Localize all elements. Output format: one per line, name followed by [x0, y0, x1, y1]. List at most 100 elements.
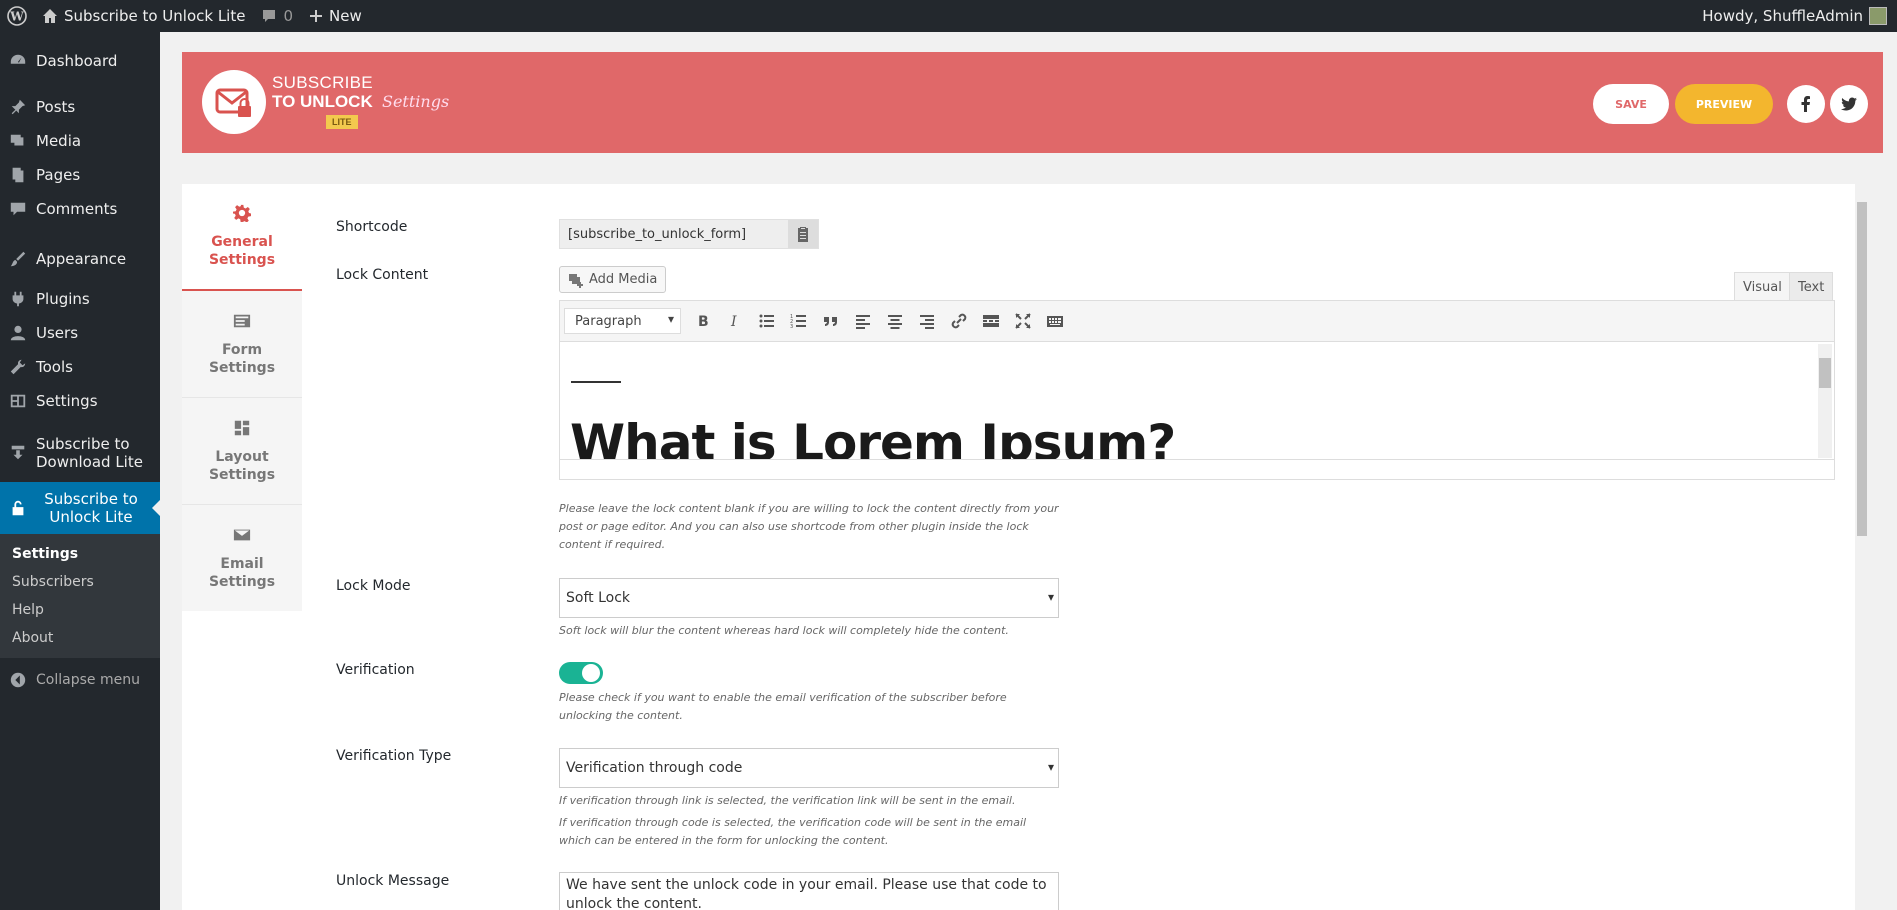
- tab-layout-settings[interactable]: Layout Settings: [182, 398, 302, 505]
- sidebar-item-label: Dashboard: [36, 52, 118, 70]
- svg-text:B: B: [698, 314, 709, 330]
- submenu-item-about[interactable]: About: [0, 624, 160, 652]
- sidebar-item-label: Comments: [36, 200, 118, 218]
- collapse-label: Collapse menu: [36, 672, 140, 688]
- sidebar-item-subscribe-to-download[interactable]: Subscribe to Download Lite: [0, 424, 160, 482]
- admin-bar: W Subscribe to Unlock Lite 0 New Howdy, …: [0, 0, 1897, 32]
- form-icon: [233, 312, 251, 335]
- bullet-list-icon[interactable]: [751, 308, 783, 334]
- sidebar-item-dashboard[interactable]: Dashboard: [0, 32, 160, 90]
- comment-icon: [263, 10, 276, 22]
- submenu-item-settings[interactable]: Settings: [0, 540, 160, 568]
- bold-icon[interactable]: B: [687, 308, 719, 334]
- tab-label: General: [211, 234, 273, 250]
- blockquote-icon[interactable]: [815, 308, 847, 334]
- preview-button[interactable]: PREVIEW: [1675, 84, 1773, 124]
- sidebar-item-tools[interactable]: Tools: [0, 350, 160, 384]
- plugin-icon: [8, 289, 28, 309]
- sidebar-item-media[interactable]: Media: [0, 124, 160, 158]
- verification-type-select[interactable]: Verification through code: [559, 748, 1059, 788]
- tab-label: Email: [220, 556, 264, 572]
- twitter-button[interactable]: [1830, 85, 1868, 123]
- twitter-icon: [1841, 97, 1857, 111]
- toolbar-toggle-icon[interactable]: [1039, 308, 1071, 334]
- tab-visual[interactable]: Visual: [1734, 272, 1791, 301]
- sidebar-item-plugins[interactable]: Plugins: [0, 282, 160, 316]
- plus-icon: [310, 10, 323, 22]
- submenu-item-subscribers[interactable]: Subscribers: [0, 568, 160, 596]
- tab-general-settings[interactable]: General Settings: [182, 184, 302, 291]
- tab-label: Settings: [208, 359, 276, 376]
- lock-mode-label: Lock Mode: [336, 578, 411, 594]
- new-content-link[interactable]: New: [301, 0, 370, 32]
- verification-toggle[interactable]: [559, 662, 603, 684]
- dashboard-icon: [8, 51, 28, 71]
- sidebar-item-settings[interactable]: Settings: [0, 384, 160, 418]
- user-greeting: Howdy, ShuffleAdmin: [1702, 7, 1863, 25]
- link-icon[interactable]: [943, 308, 975, 334]
- sidebar-item-posts[interactable]: Posts: [0, 90, 160, 124]
- submenu: Settings Subscribers Help About: [0, 534, 160, 658]
- avatar: [1869, 7, 1887, 25]
- site-name-link[interactable]: Subscribe to Unlock Lite: [34, 0, 253, 32]
- facebook-button[interactable]: [1787, 85, 1825, 123]
- page-title: Settings: [382, 92, 450, 111]
- save-button[interactable]: SAVE: [1593, 84, 1669, 124]
- tab-label: Settings: [208, 466, 276, 483]
- shortcode-label: Shortcode: [336, 219, 408, 235]
- verification-label: Verification: [336, 662, 415, 678]
- italic-icon[interactable]: I: [719, 308, 751, 334]
- collapse-icon: [8, 670, 28, 690]
- align-right-icon[interactable]: [911, 308, 943, 334]
- tab-email-settings[interactable]: Email Settings: [182, 505, 302, 612]
- pushpin-icon: [8, 97, 28, 117]
- sidebar-item-pages[interactable]: Pages: [0, 158, 160, 192]
- wrench-icon: [8, 357, 28, 377]
- facebook-icon: [1801, 96, 1810, 112]
- comments-link[interactable]: 0: [253, 0, 301, 32]
- layout-icon: [233, 419, 251, 442]
- unlock-message-textarea[interactable]: We have sent the unlock code in your ema…: [559, 872, 1059, 910]
- sidebar-item-appearance[interactable]: Appearance: [0, 236, 160, 282]
- sidebar-item-label: Media: [36, 132, 82, 150]
- page-scrollbar[interactable]: [1855, 184, 1869, 910]
- plugin-header: SUBSCRIBE TO UNLOCK LITE Settings SAVE P…: [182, 52, 1883, 153]
- lock-content-editor[interactable]: What is Lorem Ipsum?: [559, 342, 1835, 480]
- shortcode-value: [subscribe_to_unlock_form]: [568, 226, 747, 242]
- shortcode-field[interactable]: [subscribe_to_unlock_form]: [559, 219, 819, 249]
- settings-panel: General Settings Form Settings Layout Se…: [182, 184, 1869, 910]
- user-icon: [8, 323, 28, 343]
- pages-icon: [8, 165, 28, 185]
- verification-type-help-code: If verification through code is selected…: [559, 816, 1027, 847]
- svg-text:3: 3: [790, 324, 793, 330]
- editor-scrollbar-thumb[interactable]: [1819, 358, 1831, 388]
- collapse-menu-button[interactable]: Collapse menu: [0, 658, 160, 702]
- lock-mode-select[interactable]: Soft Lock: [559, 578, 1059, 618]
- page-scrollbar-thumb[interactable]: [1857, 202, 1867, 536]
- clipboard-icon[interactable]: [788, 220, 818, 248]
- wordpress-logo-icon[interactable]: W: [0, 0, 34, 32]
- lock-mode-help: Soft lock will blur the content whereas …: [559, 624, 1009, 637]
- plugin-logo: [202, 70, 266, 134]
- align-center-icon[interactable]: [879, 308, 911, 334]
- sidebar-item-label: Tools: [36, 358, 73, 376]
- submenu-item-help[interactable]: Help: [0, 596, 160, 624]
- align-left-icon[interactable]: [847, 308, 879, 334]
- sidebar-item-subscribe-to-unlock[interactable]: Subscribe to Unlock Lite: [0, 482, 160, 534]
- sidebar-item-comments[interactable]: Comments: [0, 192, 160, 226]
- tab-text[interactable]: Text: [1789, 272, 1834, 301]
- add-media-button[interactable]: Add Media: [559, 266, 667, 293]
- editor-statusbar: [560, 459, 1834, 479]
- user-account-menu[interactable]: Howdy, ShuffleAdmin: [1694, 0, 1897, 32]
- read-more-icon[interactable]: [975, 308, 1007, 334]
- sidebar-item-label: Users: [36, 324, 79, 342]
- tab-form-settings[interactable]: Form Settings: [182, 291, 302, 398]
- lock-content-help: Please leave the lock content blank if y…: [559, 502, 1059, 551]
- home-icon: [43, 9, 57, 23]
- numbered-list-icon[interactable]: 123: [783, 308, 815, 334]
- format-select[interactable]: Paragraph: [564, 308, 681, 334]
- sidebar-item-users[interactable]: Users: [0, 316, 160, 350]
- verification-type-label: Verification Type: [336, 748, 452, 764]
- fullscreen-icon[interactable]: [1007, 308, 1039, 334]
- sidebar-item-label: Subscribe to Download Lite: [36, 435, 143, 471]
